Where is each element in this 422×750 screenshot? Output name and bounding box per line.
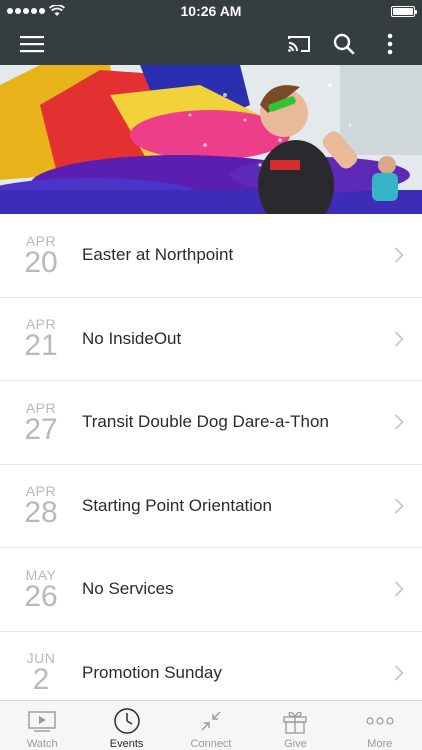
search-icon [333, 33, 355, 54]
play-screen-icon [28, 707, 56, 735]
wifi-icon [49, 5, 65, 16]
menu-button[interactable] [12, 22, 52, 65]
signal-icon [7, 8, 45, 14]
battery-icon [391, 5, 417, 17]
event-row[interactable]: APR 28 Starting Point Orientation [0, 465, 422, 548]
event-day: 28 [24, 496, 58, 530]
event-date: APR 27 [0, 400, 82, 445]
event-row[interactable]: JUN 2 Promotion Sunday [0, 632, 422, 701]
tab-label: Events [109, 738, 144, 750]
tab-bar: Watch Events Connect Give More [0, 700, 422, 750]
event-list: APR 20 Easter at Northpoint APR 21 No In… [0, 214, 422, 700]
event-date: MAY 26 [0, 567, 82, 612]
tab-label: Give [284, 738, 307, 750]
chevron-right-icon [394, 665, 404, 681]
event-date: APR 20 [0, 233, 82, 278]
event-day: 2 [32, 663, 50, 697]
tab-connect[interactable]: Connect [169, 701, 253, 750]
event-day: 21 [24, 329, 58, 363]
event-date: APR 28 [0, 483, 82, 528]
event-row[interactable]: APR 20 Easter at Northpoint [0, 214, 422, 298]
event-title: Easter at Northpoint [82, 245, 234, 265]
event-title: No InsideOut [82, 328, 182, 348]
search-button[interactable] [324, 22, 364, 65]
nav-bar [0, 22, 422, 65]
status-left [7, 5, 65, 17]
gift-icon [281, 707, 309, 735]
event-day: 26 [24, 579, 58, 613]
chevron-right-icon [394, 414, 404, 430]
event-title: Starting Point Orientation [82, 495, 272, 515]
tab-events[interactable]: Events [84, 701, 168, 750]
tab-label: More [367, 738, 393, 750]
event-title: No Services [82, 579, 174, 599]
tab-label: Connect [190, 738, 232, 750]
event-date: APR 21 [0, 316, 82, 361]
event-title: Transit Double Dog Dare-a-Thon [82, 412, 329, 432]
cast-icon [288, 35, 310, 52]
hamburger-menu-icon [20, 35, 44, 52]
tab-watch[interactable]: Watch [0, 701, 84, 750]
cast-button[interactable] [279, 22, 319, 65]
tab-label: Watch [26, 738, 58, 750]
tab-give[interactable]: Give [253, 701, 337, 750]
clock-icon [113, 707, 141, 735]
chevron-right-icon [394, 331, 404, 347]
more-dots-icon [366, 707, 394, 735]
event-row[interactable]: APR 27 Transit Double Dog Dare-a-Thon [0, 381, 422, 465]
chevron-right-icon [394, 247, 404, 263]
overflow-menu-button[interactable] [370, 22, 410, 65]
connect-arrows-icon [197, 707, 225, 735]
event-title: Promotion Sunday [82, 662, 222, 682]
chevron-right-icon [394, 581, 404, 597]
event-day: 27 [24, 412, 58, 446]
chevron-right-icon [394, 498, 404, 514]
hero-illustration [0, 65, 422, 214]
event-day: 20 [24, 245, 58, 279]
vertical-dots-icon [387, 33, 393, 54]
event-row[interactable]: APR 21 No InsideOut [0, 298, 422, 381]
hero-banner-image [0, 65, 422, 214]
tab-more[interactable]: More [338, 701, 422, 750]
event-date: JUN 2 [0, 650, 82, 695]
event-row[interactable]: MAY 26 No Services [0, 548, 422, 632]
status-bar: 10:26 AM [0, 0, 422, 22]
